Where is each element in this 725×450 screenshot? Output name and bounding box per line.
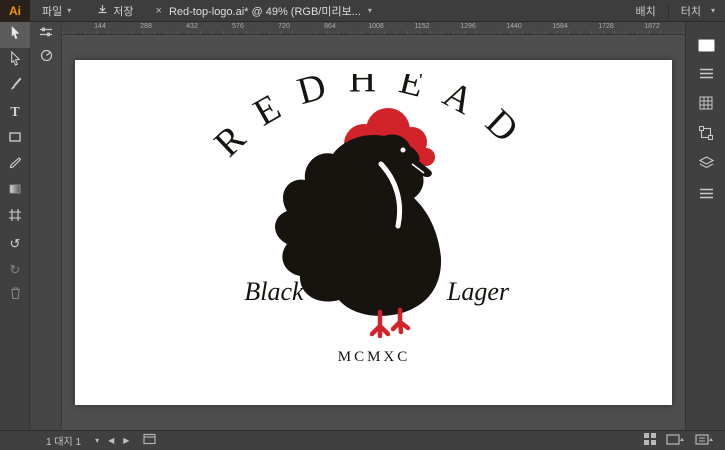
logo-word-black[interactable]: Black xyxy=(244,277,304,306)
logo-word-lager[interactable]: Lager xyxy=(445,277,509,306)
document-tab[interactable]: × Red-top-logo.ai* @ 49% (RGB/미리보... ▾ xyxy=(156,3,372,19)
libraries-panel-button[interactable] xyxy=(686,180,725,210)
properties-panel-button[interactable] xyxy=(686,60,725,90)
document-title: Red-top-logo.ai* @ 49% (RGB/미리보... xyxy=(168,5,361,18)
paintbrush-tool-icon xyxy=(8,77,23,97)
app-logo[interactable]: Ai xyxy=(0,0,30,22)
prev-artboard-button[interactable]: ◀ xyxy=(108,436,114,445)
rotate-view-icon xyxy=(40,49,53,67)
screen-mode-icon[interactable] xyxy=(695,433,715,449)
direct-selection-tool-icon xyxy=(8,50,23,71)
save-button[interactable]: 저장 xyxy=(97,3,134,19)
pencil-tool-icon xyxy=(8,156,22,175)
workspace-name[interactable]: 터치 xyxy=(681,3,701,19)
tab-dropdown-icon[interactable]: ▾ xyxy=(368,6,372,15)
artboard[interactable]: REDHEAD Black Lager MCMXC xyxy=(75,60,672,405)
paintbrush-tool[interactable] xyxy=(0,74,30,100)
undo-icon: ↺ xyxy=(9,235,21,251)
swatches-panel-button[interactable] xyxy=(686,90,725,120)
tools-secondary-column xyxy=(30,22,62,430)
artboard-tool-icon xyxy=(8,208,22,227)
fill-color-swatch xyxy=(697,38,715,52)
transform-icon xyxy=(699,125,713,145)
selection-tool[interactable] xyxy=(0,22,30,48)
redhead-logo-artwork[interactable]: REDHEAD Black Lager MCMXC xyxy=(174,74,574,374)
horizontal-ruler[interactable]: 144 288 432 576 720 864 1008 1152 1296 1… xyxy=(62,22,685,35)
panel-lines-icon xyxy=(699,186,714,204)
rectangle-tool-icon xyxy=(8,130,22,149)
type-tool-icon: T xyxy=(10,105,20,120)
status-doc-icon[interactable] xyxy=(143,433,156,448)
transform-panel-button[interactable] xyxy=(686,120,725,150)
artboard-indicator: 1 대지 1 xyxy=(46,437,82,448)
save-icon xyxy=(97,4,108,18)
undo-button[interactable]: ↺ xyxy=(0,230,30,256)
divider xyxy=(667,3,669,18)
workspace-switcher: 배치 터치 ▾ xyxy=(635,3,715,19)
illustrator-window: Ai 파일 ▾ 저장 × Red-top-logo.ai* @ 49% (RGB… xyxy=(0,0,725,450)
direct-selection-tool[interactable] xyxy=(0,48,30,74)
top-menu-bar: Ai 파일 ▾ 저장 × Red-top-logo.ai* @ 49% (RGB… xyxy=(0,0,725,22)
canvas-pasteboard[interactable]: REDHEAD Black Lager MCMXC xyxy=(62,35,685,430)
ruler-tick: 1296 xyxy=(460,23,476,30)
tool-options-button[interactable] xyxy=(30,22,62,46)
ruler-tick: 720 xyxy=(278,23,290,30)
next-artboard-button[interactable]: ▶ xyxy=(123,436,129,445)
rectangle-tool[interactable] xyxy=(0,126,30,152)
selection-tool-icon xyxy=(8,25,23,45)
sliders-icon xyxy=(39,25,53,43)
menu-lines-icon xyxy=(699,66,714,84)
ruler-tick: 1728 xyxy=(598,23,614,30)
ruler-tick: 432 xyxy=(186,23,198,30)
rotate-view-button[interactable] xyxy=(30,46,62,70)
chevron-down-icon: ▾ xyxy=(67,6,72,15)
ruler-tick: 864 xyxy=(324,23,336,30)
redo-button[interactable]: ↻ xyxy=(0,256,30,282)
close-tab-icon[interactable]: × xyxy=(156,5,162,17)
collapsed-panel-dock xyxy=(685,22,725,430)
type-tool[interactable]: T xyxy=(0,100,30,126)
artboard-view-icon[interactable] xyxy=(666,433,686,449)
ruler-tick: 288 xyxy=(140,23,152,30)
gradient-tool-icon xyxy=(8,182,22,201)
ruler-tick: 1008 xyxy=(368,23,384,30)
trash-icon xyxy=(9,286,22,305)
layers-icon xyxy=(698,156,714,174)
gradient-tool[interactable] xyxy=(0,178,30,204)
status-bar: 1 대지 1 ▾ ◀ ▶ xyxy=(0,430,725,450)
swatch-grid-icon xyxy=(699,96,713,115)
rooster-eye xyxy=(400,147,405,153)
tools-panel: T ↺ ↻ xyxy=(0,22,30,430)
layers-panel-button[interactable] xyxy=(686,150,725,180)
redo-icon: ↻ xyxy=(9,261,21,277)
artboard-tool[interactable] xyxy=(0,204,30,230)
file-menu[interactable]: 파일 ▾ xyxy=(42,3,71,19)
workspace-dropdown-icon[interactable]: ▾ xyxy=(711,6,715,15)
artboard-dropdown-icon[interactable]: ▾ xyxy=(95,436,99,445)
ruler-tick: 144 xyxy=(94,23,106,30)
grid-view-icon[interactable] xyxy=(643,432,657,449)
delete-button[interactable] xyxy=(0,282,30,308)
ruler-tick: 1584 xyxy=(552,23,568,30)
logo-year[interactable]: MCMXC xyxy=(337,349,410,365)
save-label: 저장 xyxy=(113,5,134,18)
ruler-tick: 1152 xyxy=(414,23,430,30)
ruler-tick: 1872 xyxy=(644,23,660,30)
ruler-tick: 576 xyxy=(232,23,244,30)
ruler-tick: 1440 xyxy=(506,23,522,30)
pencil-tool[interactable] xyxy=(0,152,30,178)
arrange-documents-button[interactable]: 배치 xyxy=(635,3,655,19)
file-menu-label: 파일 xyxy=(42,5,63,18)
color-panel-button[interactable] xyxy=(686,30,725,60)
